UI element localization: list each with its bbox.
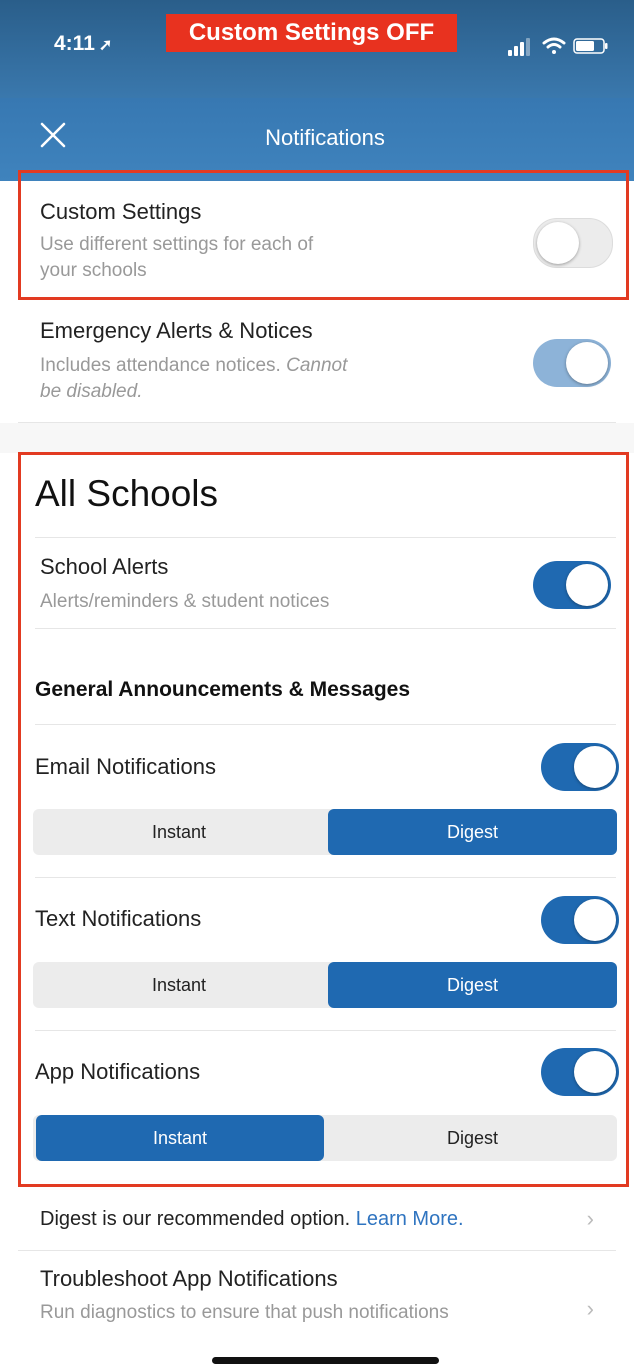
wifi-icon xyxy=(542,37,566,54)
text-notifications-toggle[interactable] xyxy=(541,896,619,944)
emergency-alerts-row: Emergency Alerts & Notices Includes atte… xyxy=(18,300,616,423)
status-bar: 4:11 ➚ Custom Settings OFF xyxy=(0,0,634,98)
annotation-banner: Custom Settings OFF xyxy=(166,14,457,52)
app-notifications-label: App Notifications xyxy=(35,1059,201,1084)
email-instant-option[interactable]: Instant xyxy=(33,809,325,855)
all-schools-heading: All Schools xyxy=(35,473,219,514)
text-frequency-segmented-control: Instant Digest xyxy=(33,962,617,1008)
troubleshoot-row[interactable]: Troubleshoot App Notifications Run diagn… xyxy=(18,1252,616,1348)
divider xyxy=(35,724,616,725)
app-notifications-toggle[interactable] xyxy=(541,1048,619,1096)
digest-recommendation-row[interactable]: Digest is our recommended option. Learn … xyxy=(18,1190,616,1251)
digest-recommendation-label: Digest is our recommended option. xyxy=(40,1208,351,1230)
school-alerts-label: School Alerts xyxy=(40,554,169,579)
troubleshoot-label: Troubleshoot App Notifications xyxy=(40,1266,338,1291)
email-notifications-toggle[interactable] xyxy=(541,743,619,791)
location-arrow-icon: ➚ xyxy=(98,37,113,54)
app-instant-option[interactable]: Instant xyxy=(36,1115,324,1161)
status-time: 4:11 ➚ xyxy=(54,32,113,55)
divider xyxy=(35,628,616,629)
email-notifications-label: Email Notifications xyxy=(35,754,216,779)
toggle-knob xyxy=(566,564,608,606)
annotation-box-custom-settings xyxy=(18,170,629,300)
app-frequency-segmented-control: Instant Digest xyxy=(33,1115,617,1161)
system-status-icons xyxy=(508,37,608,56)
text-digest-option[interactable]: Digest xyxy=(328,962,617,1008)
toggle-knob xyxy=(574,899,616,941)
digest-recommendation-text: Digest is our recommended option. Learn … xyxy=(40,1208,464,1231)
email-frequency-segmented-control: Instant Digest xyxy=(33,809,617,855)
school-alerts-description: Alerts/reminders & student notices xyxy=(40,591,330,612)
general-announcements-heading: General Announcements & Messages xyxy=(35,678,411,701)
emergency-description-italic-2: be disabled. xyxy=(40,381,143,402)
emergency-alerts-description: Includes attendance notices. Cannot be d… xyxy=(40,353,347,405)
nav-header: Notifications xyxy=(0,98,634,181)
divider xyxy=(35,877,616,878)
toggle-knob xyxy=(574,746,616,788)
learn-more-link[interactable]: Learn More. xyxy=(356,1208,464,1230)
chevron-right-icon: › xyxy=(586,1206,594,1231)
page-title: Notifications xyxy=(265,125,385,150)
app-digest-option[interactable]: Digest xyxy=(328,1115,617,1161)
battery-icon xyxy=(573,38,608,54)
divider xyxy=(35,537,616,538)
troubleshoot-description: Run diagnostics to ensure that push noti… xyxy=(40,1302,449,1323)
email-digest-option[interactable]: Digest xyxy=(328,809,617,855)
signal-icon xyxy=(508,38,530,56)
chevron-right-icon: › xyxy=(586,1296,594,1321)
section-spacer xyxy=(0,423,634,453)
emergency-alerts-label: Emergency Alerts & Notices xyxy=(40,318,313,343)
home-indicator[interactable] xyxy=(212,1357,439,1364)
text-instant-option[interactable]: Instant xyxy=(33,962,325,1008)
emergency-description-italic: Cannot xyxy=(286,355,348,376)
toggle-knob xyxy=(566,342,608,384)
text-notifications-label: Text Notifications xyxy=(35,906,202,931)
toggle-knob xyxy=(574,1051,616,1093)
emergency-description-text: Includes attendance notices. xyxy=(40,355,281,376)
divider xyxy=(35,1030,616,1031)
school-alerts-toggle[interactable] xyxy=(533,561,611,609)
emergency-alerts-toggle xyxy=(533,339,611,387)
